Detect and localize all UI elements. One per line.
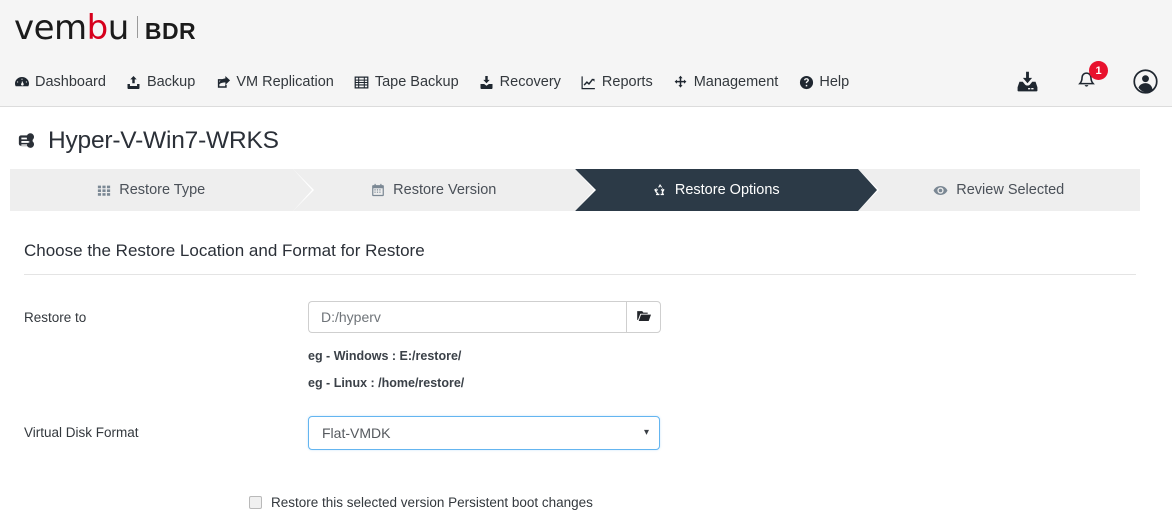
virtual-disk-format-row: Virtual Disk Format Flat-VMDK ▾ xyxy=(24,416,1136,450)
eye-icon xyxy=(933,183,948,198)
wizard-step-restore-options[interactable]: Restore Options xyxy=(575,169,879,211)
browse-folder-button[interactable] xyxy=(626,301,661,333)
calendar-icon xyxy=(371,183,385,197)
wizard-steps: Restore Type Restore Version Restore Opt… xyxy=(10,169,1140,211)
question-circle-icon xyxy=(798,74,814,90)
nav-item-reports[interactable]: Reports xyxy=(575,70,667,94)
hint-linux: eg - Linux : /home/restore/ xyxy=(308,376,465,390)
nav-label-tape-backup: Tape Backup xyxy=(374,74,459,90)
virtual-disk-format-select[interactable]: Flat-VMDK xyxy=(308,416,660,450)
hand-pointer-icon xyxy=(14,129,39,154)
logo-text-vem: vem xyxy=(14,8,87,48)
virtual-disk-format-value: Flat-VMDK xyxy=(322,425,391,441)
section-title: Choose the Restore Location and Format f… xyxy=(24,241,1136,275)
wizard-step-label-restore-version: Restore Version xyxy=(393,182,497,198)
restore-to-input-group xyxy=(308,301,661,333)
persistent-boot-checkbox[interactable] xyxy=(249,496,262,509)
wizard-step-restore-version[interactable]: Restore Version xyxy=(292,169,596,211)
folder-open-icon xyxy=(636,308,652,327)
virtual-disk-format-label: Virtual Disk Format xyxy=(24,425,139,440)
nav-item-dashboard[interactable]: Dashboard xyxy=(8,70,120,94)
nav-item-vm-replication[interactable]: VM Replication xyxy=(209,70,348,94)
dashboard-icon xyxy=(14,74,30,90)
tape-icon xyxy=(354,74,370,90)
wizard-step-label-review-selected: Review Selected xyxy=(956,182,1065,198)
logo-divider xyxy=(136,16,138,38)
app-header: vem b u BDR Dashboard Backup VM Replicatio… xyxy=(0,0,1172,107)
page-title-row: Hyper-V-Win7-WRKS xyxy=(0,107,1172,155)
nav-label-help: Help xyxy=(819,74,850,90)
nav-label-reports: Reports xyxy=(601,74,653,90)
nav-item-recovery[interactable]: Recovery xyxy=(473,70,575,94)
upload-icon xyxy=(126,74,142,90)
nav-label-vm-replication: VM Replication xyxy=(236,74,334,90)
nav-item-tape-backup[interactable]: Tape Backup xyxy=(348,70,473,94)
restore-to-row: Restore to xyxy=(24,301,1136,333)
nav-label-dashboard: Dashboard xyxy=(35,74,106,90)
restore-options-form: Choose the Restore Location and Format f… xyxy=(0,241,1172,510)
page-title: Hyper-V-Win7-WRKS xyxy=(48,127,279,154)
nav-item-backup[interactable]: Backup xyxy=(120,70,209,94)
inbox-download-icon[interactable] xyxy=(1014,68,1040,94)
recycle-icon xyxy=(653,183,667,197)
download-icon xyxy=(479,74,495,90)
header-actions: 1 xyxy=(1014,61,1158,94)
nav-item-management[interactable]: Management xyxy=(667,70,793,94)
restore-to-label: Restore to xyxy=(24,310,87,325)
nav-label-recovery: Recovery xyxy=(499,74,561,90)
share-icon xyxy=(215,74,231,90)
logo-product-name: BDR xyxy=(144,18,197,44)
wizard-step-restore-type[interactable]: Restore Type xyxy=(10,169,314,211)
wizard-step-review-selected[interactable]: Review Selected xyxy=(857,169,1140,211)
hint-windows: eg - Windows : E:/restore/ xyxy=(308,349,462,363)
logo-text-b: b xyxy=(86,8,109,48)
logo-text-u: u xyxy=(107,8,130,48)
arrows-icon xyxy=(673,74,689,90)
nav-label-management: Management xyxy=(693,74,779,90)
nav-label-backup: Backup xyxy=(146,74,196,90)
brand-logo: vem b u BDR xyxy=(14,8,196,48)
restore-to-hints: eg - Windows : E:/restore/ eg - Linux : … xyxy=(308,349,1136,390)
user-circle-icon[interactable] xyxy=(1132,68,1158,94)
bell-icon[interactable]: 1 xyxy=(1073,61,1108,94)
nav-item-help[interactable]: Help xyxy=(792,70,863,94)
chart-line-icon xyxy=(581,74,597,90)
wizard-step-label-restore-options: Restore Options xyxy=(674,182,780,198)
wizard-step-label-restore-type: Restore Type xyxy=(119,182,206,198)
grid-icon xyxy=(97,183,111,197)
notification-badge: 1 xyxy=(1089,61,1108,80)
main-navigation: Dashboard Backup VM Replication Tape Bac… xyxy=(8,70,863,94)
restore-to-input[interactable] xyxy=(308,301,626,333)
virtual-disk-format-select-wrap: Flat-VMDK ▾ xyxy=(308,416,660,450)
